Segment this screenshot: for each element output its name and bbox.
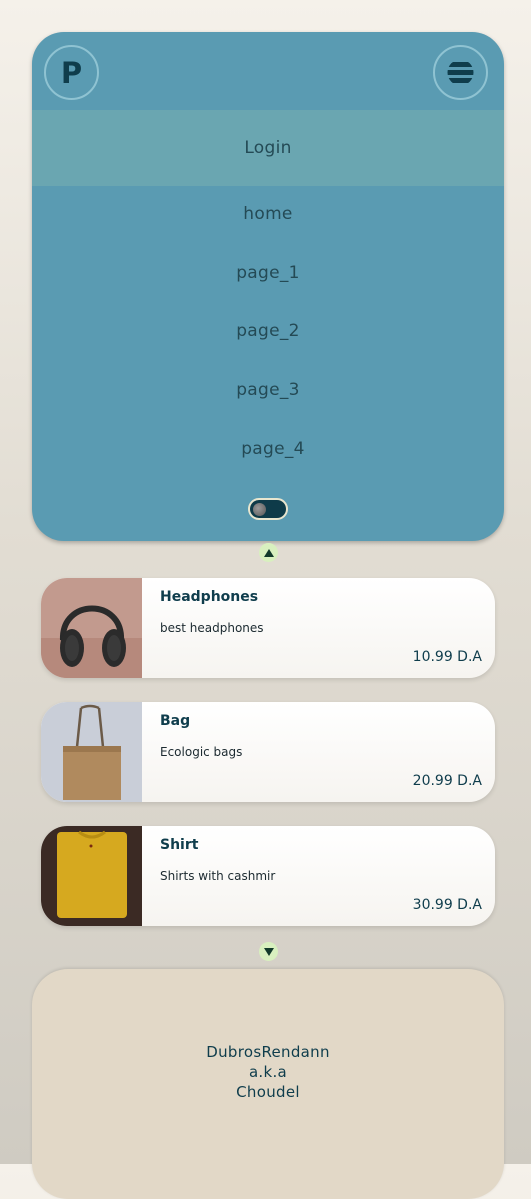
- menu-icon: [447, 62, 474, 83]
- arrow-up-icon: [263, 548, 274, 557]
- nav-link-home[interactable]: home: [32, 204, 504, 224]
- nav-link-page-3[interactable]: page_3: [32, 380, 504, 400]
- footer-credits: DubrosRendann a.k.a Choudel: [32, 1042, 504, 1102]
- product-price: 10.99 D.A: [412, 649, 482, 665]
- footer-line: DubrosRendann: [206, 1043, 330, 1061]
- product-card-bag[interactable]: Bag Ecologic bags 20.99 D.A: [41, 702, 495, 802]
- menu-button[interactable]: [433, 45, 488, 100]
- product-description: Shirts with cashmir: [160, 869, 276, 883]
- footer-line: a.k.a: [248, 1063, 288, 1081]
- logo-letter: P: [60, 55, 83, 90]
- toggle-knob: [253, 503, 266, 516]
- footer: DubrosRendann a.k.a Choudel: [32, 969, 504, 1199]
- product-price: 30.99 D.A: [412, 897, 482, 913]
- nav-link-page-4[interactable]: page_4: [32, 439, 504, 459]
- footer-line: Choudel: [236, 1083, 300, 1101]
- logo-button[interactable]: P: [44, 45, 99, 100]
- nav-link-page-1[interactable]: page_1: [32, 263, 504, 283]
- product-title: Shirt: [160, 837, 199, 853]
- bag-image: [41, 702, 142, 802]
- product-card-headphones[interactable]: Headphones best headphones 10.99 D.A: [41, 578, 495, 678]
- product-price: 20.99 D.A: [412, 773, 482, 789]
- product-description: Ecologic bags: [160, 745, 243, 759]
- headphones-image: [41, 578, 142, 678]
- nav-link-page-2[interactable]: page_2: [32, 321, 504, 341]
- theme-toggle[interactable]: [248, 498, 288, 520]
- product-title: Bag: [160, 713, 191, 729]
- shirt-image: [41, 826, 142, 926]
- login-link[interactable]: Login: [32, 110, 504, 186]
- nav-panel: P Login home page_1 page_2 page_3 page_4: [32, 32, 504, 541]
- product-card-shirt[interactable]: Shirt Shirts with cashmir 30.99 D.A: [41, 826, 495, 926]
- product-title: Headphones: [160, 589, 259, 605]
- scroll-down-button[interactable]: [259, 942, 278, 961]
- product-description: best headphones: [160, 621, 264, 635]
- arrow-down-icon: [263, 947, 274, 956]
- scroll-up-button[interactable]: [259, 543, 278, 562]
